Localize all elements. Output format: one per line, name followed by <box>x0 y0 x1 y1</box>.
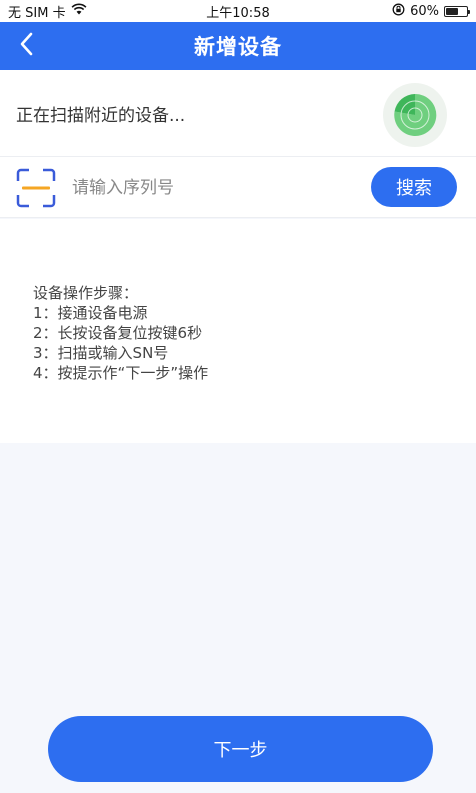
step-item: 4：按提示作“下一步”操作 <box>33 364 209 382</box>
page-title: 新增设备 <box>194 35 282 59</box>
status-left: 无 SIM 卡 <box>8 2 87 21</box>
step-item: 2：长按设备复位按键6秒 <box>33 324 203 342</box>
search-button[interactable]: 搜索 <box>371 167 457 207</box>
carrier-label: 无 SIM 卡 <box>8 5 66 21</box>
nav-bar: 新增设备 <box>0 22 476 70</box>
search-row: 搜索 <box>0 156 476 218</box>
serial-number-input[interactable] <box>72 169 362 207</box>
radar-icon <box>382 82 448 148</box>
battery-fill <box>446 7 458 15</box>
scan-code-icon[interactable] <box>16 168 56 208</box>
chevron-left-icon <box>19 32 33 60</box>
rotation-lock-icon <box>392 3 405 20</box>
battery-icon <box>444 5 470 17</box>
steps-panel: 设备操作步骤： 1：接通设备电源 2：长按设备复位按键6秒 3：扫描或输入SN号… <box>0 219 476 443</box>
scan-status-row: 正在扫描附近的设备... <box>0 70 476 156</box>
status-bar: 无 SIM 卡 上午10:58 60% <box>0 0 476 22</box>
steps-heading: 设备操作步骤： <box>33 284 139 302</box>
step-item: 3：扫描或输入SN号 <box>33 344 169 362</box>
battery-percent: 60% <box>410 3 439 19</box>
step-item: 1：接通设备电源 <box>33 304 148 322</box>
status-right: 60% <box>392 3 470 20</box>
scan-status-text: 正在扫描附近的设备... <box>16 105 186 126</box>
wifi-icon <box>71 3 87 19</box>
next-step-button[interactable]: 下一步 <box>48 716 433 782</box>
back-button[interactable] <box>10 30 42 62</box>
